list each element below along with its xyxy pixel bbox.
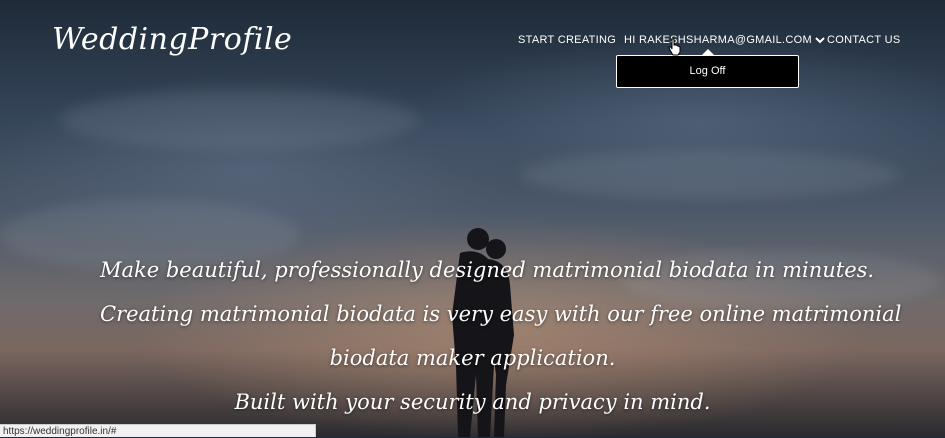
cloud	[60, 90, 420, 150]
user-email-label: HI RAKESHSHARMA@GMAIL.COM	[624, 34, 812, 46]
hero-tagline: Make beautiful, professionally designed …	[100, 248, 902, 424]
tagline-line: Creating matrimonial biodata is very eas…	[100, 302, 902, 326]
nav-start-creating[interactable]: START CREATING	[518, 34, 616, 46]
browser-status-bar: https://weddingprofile.in/#	[0, 424, 316, 437]
tagline-line: biodata maker application.	[329, 346, 616, 370]
hand-pointer-icon	[668, 38, 681, 56]
nav-user-menu[interactable]: HI RAKESHSHARMA@GMAIL.COM	[624, 34, 825, 46]
cloud	[520, 150, 900, 200]
tagline-line: Built with your security and privacy in …	[234, 390, 711, 414]
tagline-line: Make beautiful, professionally designed …	[100, 258, 875, 282]
log-off-button[interactable]: Log Off	[617, 56, 798, 87]
nav-contact-us[interactable]: CONTACT US	[827, 34, 901, 46]
main-nav: START CREATING HI RAKESHSHARMA@GMAIL.COM…	[0, 34, 945, 48]
user-dropdown-menu: Log Off	[616, 55, 799, 88]
chevron-down-icon	[815, 37, 825, 44]
